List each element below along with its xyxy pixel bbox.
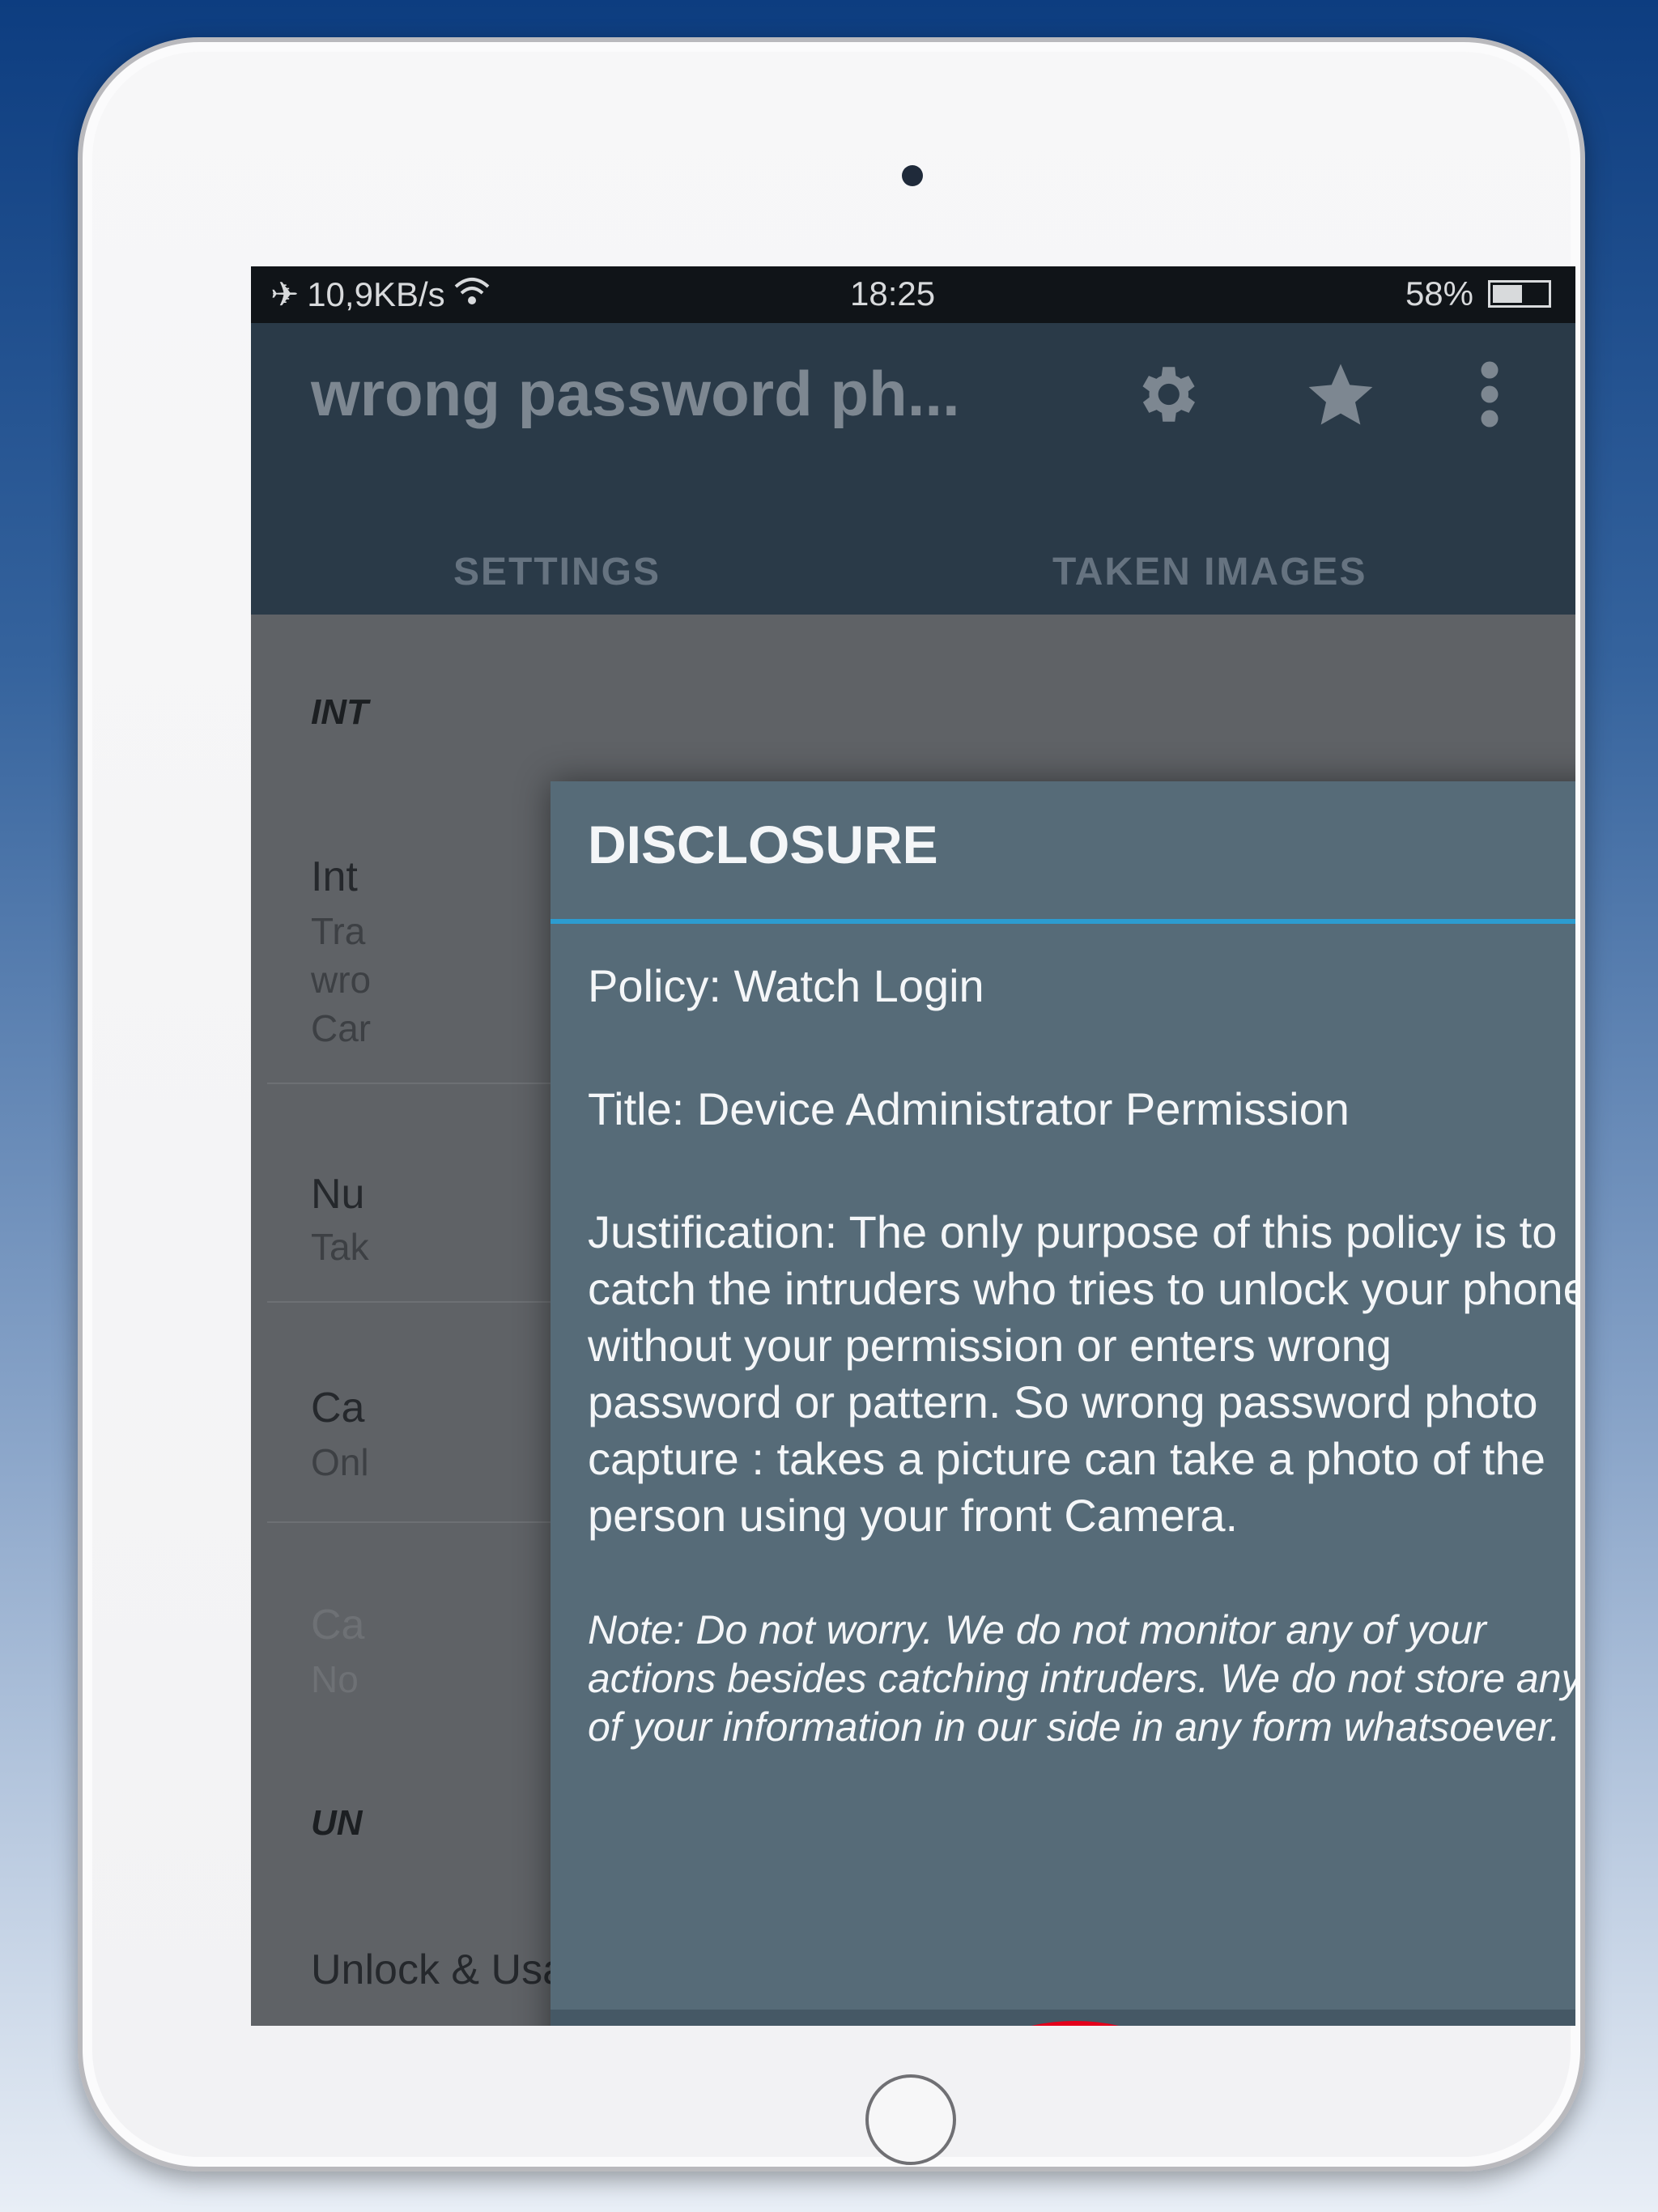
list-item-title[interactable]: Ca [311,1384,364,1432]
dialog-divider [551,919,1575,924]
list-item-subtitle: Onl [311,1441,369,1483]
network-speed: 10,9KB/s [307,274,445,313]
app-bar: wrong password ph... [251,323,1575,501]
wifi-icon [453,275,491,314]
list-item-subtitle: Car [311,1007,372,1049]
list-item-title[interactable]: Nu [311,1170,364,1219]
status-right: 58% [1405,274,1551,313]
star-icon[interactable] [1300,354,1381,435]
list-item-subtitle: Tra [311,910,366,952]
tablet-frame: ✈ 10,9KB/s 18:25 58% wrong password ph..… [78,37,1585,2172]
list-item-title[interactable]: Int [311,853,358,901]
tab-taken-images[interactable]: TAKEN IMAGES [1052,550,1367,594]
battery-icon [1488,280,1551,308]
tab-settings[interactable]: SETTINGS [453,550,661,594]
battery-percent: 58% [1405,274,1473,313]
home-button[interactable] [865,2074,956,2165]
airplane-icon: ✈ [270,275,300,313]
policy-text: Policy: Watch Login [588,960,984,1011]
highlight-circle [962,2021,1188,2026]
status-left: ✈ 10,9KB/s [270,274,491,314]
list-item-subtitle: wro [311,959,372,1001]
tab-bar: SETTINGS TAKEN IMAGES [251,501,1575,615]
status-bar: ✈ 10,9KB/s 18:25 58% [251,266,1575,323]
list-item-subtitle: Tak [311,1226,369,1268]
device-screen: ✈ 10,9KB/s 18:25 58% wrong password ph..… [251,266,1575,2026]
list-item-title[interactable]: Ca [311,1601,364,1649]
camera-icon [902,165,923,186]
clock: 18:25 [850,274,936,313]
section-header: UN [311,1803,363,1843]
disclosure-dialog: DISCLOSURE Policy: Watch Login Title: De… [551,781,1575,2026]
permission-title-text: Title: Device Administrator Permission [588,1083,1350,1134]
justification-text: Justification: The only purpose of this … [588,1206,1575,1541]
list-item-subtitle: No [311,1658,359,1700]
overflow-menu-icon[interactable] [1449,354,1530,435]
dialog-footer: OK [551,2010,1575,2026]
dialog-body: Policy: Watch Login Title: Device Admini… [588,958,1575,1818]
app-title: wrong password ph... [311,358,960,429]
section-header: INT [311,692,368,732]
dialog-title: DISCLOSURE [588,815,938,874]
gear-icon[interactable] [1125,354,1206,435]
note-text: Note: Do not worry. We do not monitor an… [588,1607,1575,1750]
